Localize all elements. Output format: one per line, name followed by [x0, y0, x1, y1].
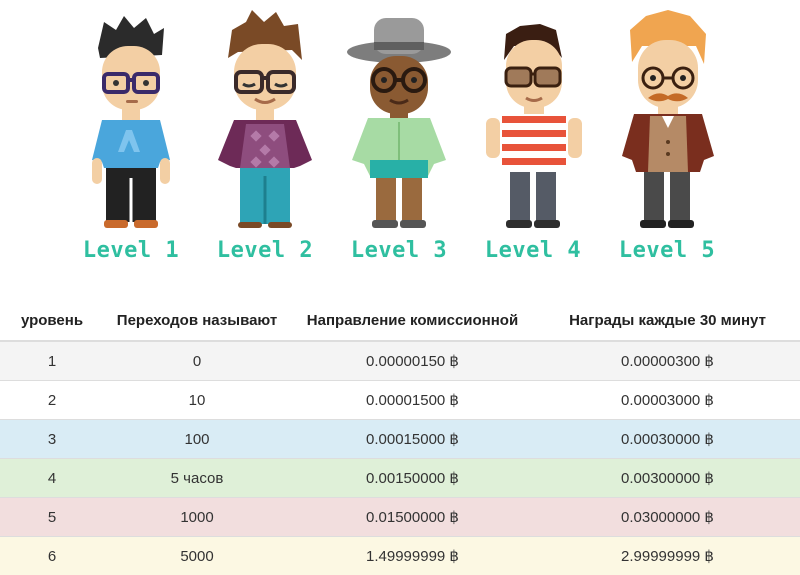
table-row: 5 1000 0.01500000 ฿ 0.03000000 ฿: [0, 498, 800, 537]
character-level-4-illustration: [468, 0, 598, 235]
table-row: 3 100 0.00015000 ฿ 0.00030000 ฿: [0, 420, 800, 459]
referrals-cell: 0: [104, 341, 290, 381]
level-cell: 5: [0, 498, 104, 537]
commission-cell: 0.00015000 ฿: [290, 420, 535, 459]
rewards-cell: 0.00300000 ฿: [535, 459, 800, 498]
table-row: 1 0 0.00000150 ฿ 0.00000300 ฿: [0, 341, 800, 381]
avatar-level-1: Level 1: [66, 0, 196, 275]
level-cell: 1: [0, 341, 104, 381]
header-rewards: Награды каждые 30 минут: [535, 300, 800, 341]
rewards-cell: 2.99999999 ฿: [535, 537, 800, 575]
referrals-cell: 1000: [104, 498, 290, 537]
commission-cell: 0.01500000 ฿: [290, 498, 535, 537]
level-cell: 3: [0, 420, 104, 459]
referrals-cell: 100: [104, 420, 290, 459]
rewards-cell: 0.03000000 ฿: [535, 498, 800, 537]
level-5-label: Level 5: [602, 238, 732, 263]
rewards-cell: 0.00003000 ฿: [535, 381, 800, 420]
level-cell: 2: [0, 381, 104, 420]
table-row: 6 5000 1.49999999 ฿ 2.99999999 ฿: [0, 537, 800, 575]
header-level: уровень: [0, 300, 104, 341]
avatar-level-2: Level 2: [200, 0, 330, 275]
referrals-cell: 5000: [104, 537, 290, 575]
level-2-label: Level 2: [200, 238, 330, 263]
level-3-label: Level 3: [334, 238, 464, 263]
level-cell: 4: [0, 459, 104, 498]
character-level-1-illustration: [66, 0, 196, 235]
header-referrals: Переходов называют: [104, 300, 290, 341]
commission-cell: 0.00000150 ฿: [290, 341, 535, 381]
avatar-level-4: Level 4: [468, 0, 598, 275]
avatar-level-3: Level 3: [334, 0, 464, 275]
rewards-cell: 0.00030000 ฿: [535, 420, 800, 459]
character-level-2-illustration: [200, 0, 330, 235]
character-level-3-illustration: [334, 0, 464, 235]
level-1-label: Level 1: [66, 238, 196, 263]
avatar-level-5: Level 5: [602, 0, 732, 275]
level-cell: 6: [0, 537, 104, 575]
commission-cell: 1.49999999 ฿: [290, 537, 535, 575]
table-row: 4 5 часов 0.00150000 ฿ 0.00300000 ฿: [0, 459, 800, 498]
header-commission: Направление комиссионной: [290, 300, 535, 341]
table-header-row: уровень Переходов называют Направление к…: [0, 300, 800, 341]
referrals-cell: 5 часов: [104, 459, 290, 498]
character-level-5-illustration: [602, 0, 732, 235]
referrals-cell: 10: [104, 381, 290, 420]
level-4-label: Level 4: [468, 238, 598, 263]
table-row: 2 10 0.00001500 ฿ 0.00003000 ฿: [0, 381, 800, 420]
rewards-cell: 0.00000300 ฿: [535, 341, 800, 381]
levels-table: уровень Переходов называют Направление к…: [0, 300, 800, 575]
commission-cell: 0.00150000 ฿: [290, 459, 535, 498]
commission-cell: 0.00001500 ฿: [290, 381, 535, 420]
avatar-row: Level 1 Leve: [0, 0, 800, 275]
